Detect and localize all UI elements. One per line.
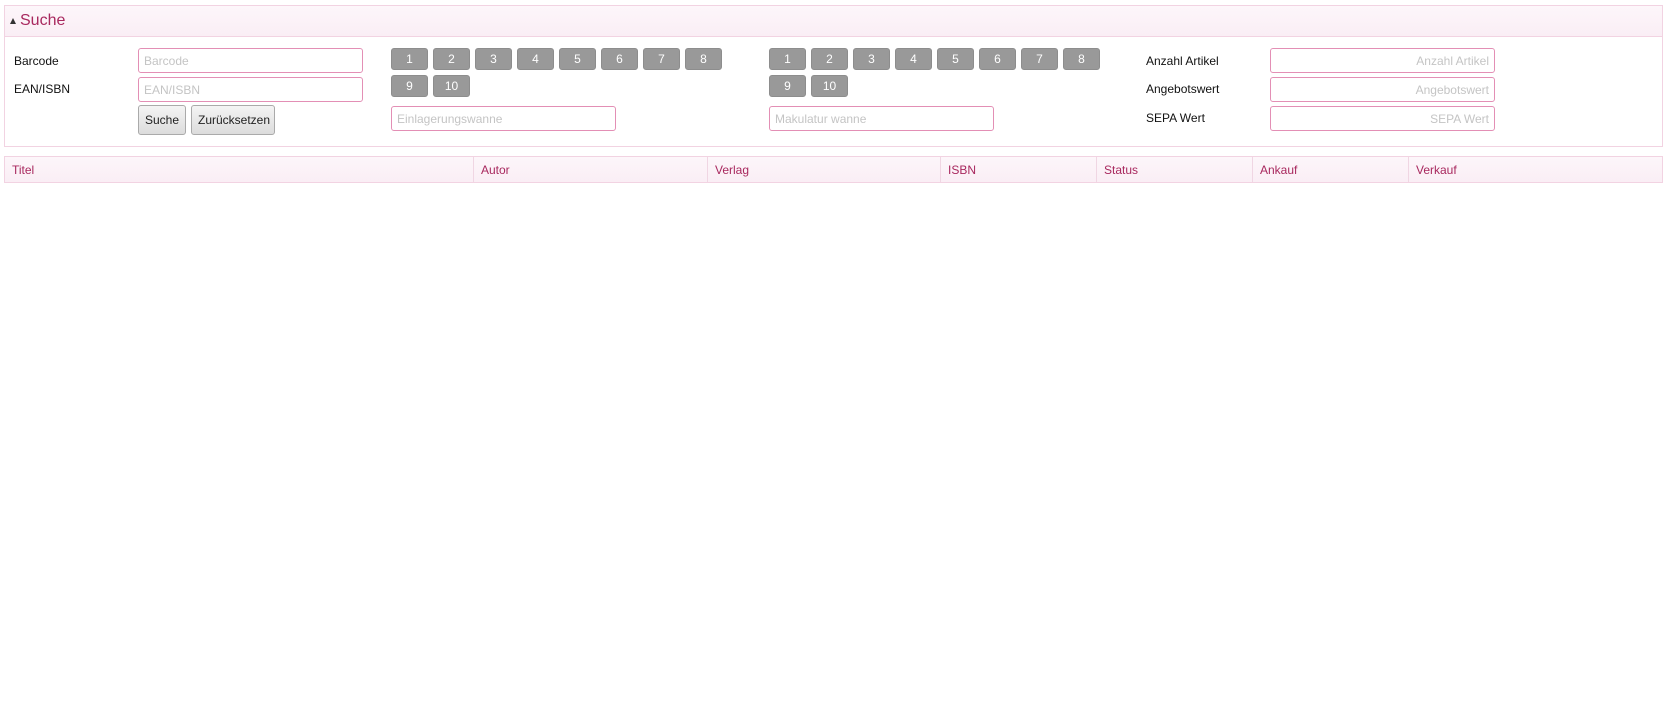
sepa-value-label: SEPA Wert (1146, 111, 1205, 125)
waste-number-button-9[interactable]: 9 (769, 75, 806, 97)
waste-number-button-3[interactable]: 3 (853, 48, 890, 70)
panel-title[interactable]: Suche (20, 12, 65, 30)
storage-tray-input[interactable] (391, 106, 616, 131)
storage-number-button-4[interactable]: 4 (517, 48, 554, 70)
storage-number-button-2[interactable]: 2 (433, 48, 470, 70)
barcode-label: Barcode (14, 54, 59, 68)
storage-number-button-10[interactable]: 10 (433, 75, 470, 97)
storage-number-button-9[interactable]: 9 (391, 75, 428, 97)
article-count-input[interactable] (1270, 48, 1495, 73)
article-count-label: Anzahl Artikel (1146, 54, 1219, 68)
waste-number-button-6[interactable]: 6 (979, 48, 1016, 70)
column-header-sale[interactable]: Verkauf (1409, 157, 1562, 182)
waste-number-button-2[interactable]: 2 (811, 48, 848, 70)
column-header-purchase[interactable]: Ankauf (1253, 157, 1409, 182)
reset-button[interactable]: Zurücksetzen (191, 105, 275, 135)
column-header-status[interactable]: Status (1097, 157, 1253, 182)
storage-number-button-3[interactable]: 3 (475, 48, 512, 70)
waste-number-button-1[interactable]: 1 (769, 48, 806, 70)
storage-number-buttons: 1 2 3 4 5 6 7 8 9 10 (391, 48, 761, 97)
offer-value-input[interactable] (1270, 77, 1495, 102)
waste-number-button-5[interactable]: 5 (937, 48, 974, 70)
column-header-author[interactable]: Autor (474, 157, 708, 182)
ean-isbn-label: EAN/ISBN (14, 82, 71, 96)
waste-number-button-8[interactable]: 8 (1063, 48, 1100, 70)
storage-number-button-6[interactable]: 6 (601, 48, 638, 70)
storage-number-button-8[interactable]: 8 (685, 48, 722, 70)
column-header-isbn[interactable]: ISBN (941, 157, 1097, 182)
offer-value-label: Angebotswert (1146, 82, 1220, 96)
storage-number-button-5[interactable]: 5 (559, 48, 596, 70)
barcode-input[interactable] (138, 48, 363, 73)
ean-isbn-input[interactable] (138, 77, 363, 102)
results-table-header: Titel Autor Verlag ISBN Status Ankauf Ve… (4, 156, 1663, 183)
search-panel: Suche Barcode EAN/ISBN Suche Zurücksetze… (4, 5, 1663, 147)
column-header-title[interactable]: Titel (5, 157, 474, 182)
waste-tray-input[interactable] (769, 106, 994, 131)
search-panel-header[interactable]: Suche (5, 6, 1662, 37)
waste-number-buttons: 1 2 3 4 5 6 7 8 9 10 (769, 48, 1139, 97)
search-button[interactable]: Suche (138, 105, 186, 135)
waste-number-button-7[interactable]: 7 (1021, 48, 1058, 70)
storage-number-button-7[interactable]: 7 (643, 48, 680, 70)
collapse-triangle-icon[interactable] (10, 18, 16, 24)
waste-number-button-10[interactable]: 10 (811, 75, 848, 97)
sepa-value-input[interactable] (1270, 106, 1495, 131)
column-header-publisher[interactable]: Verlag (708, 157, 941, 182)
storage-number-button-1[interactable]: 1 (391, 48, 428, 70)
waste-number-button-4[interactable]: 4 (895, 48, 932, 70)
